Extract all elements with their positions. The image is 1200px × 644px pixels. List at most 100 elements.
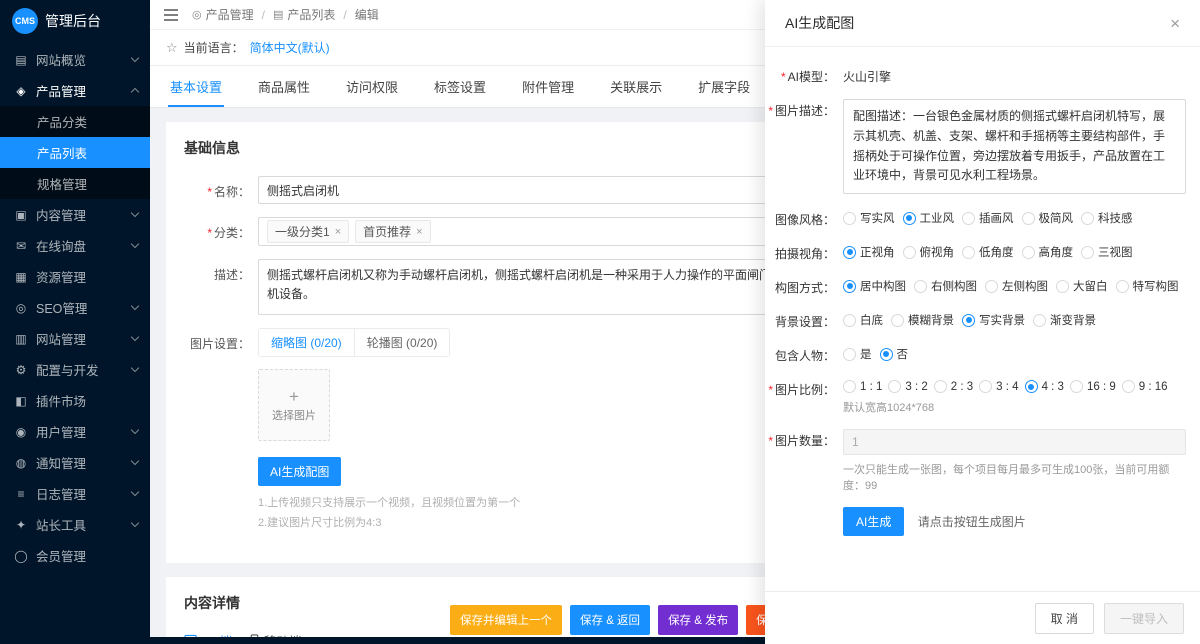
name-input[interactable] [258, 176, 804, 204]
sidebar-item-plugin-market[interactable]: ◧插件市场 [0, 385, 150, 416]
remove-tag-icon[interactable]: × [416, 226, 422, 238]
background-option-1[interactable]: 模糊背景 [891, 312, 954, 328]
sidebar-item-member-management[interactable]: ◯会员管理 [0, 540, 150, 571]
content-management-icon: ▣ [14, 208, 28, 222]
ai-model-content: 火山引擎 [843, 65, 1186, 85]
include-person-option-1[interactable]: 否 [880, 346, 909, 362]
field-image-description: *图片描述： 配图描述：一台银色金属材质的侧摇式螺杆启闭机特写，展示其机壳、机盖… [765, 99, 1186, 194]
sidebar-item-site-overview[interactable]: ▤网站概览 [0, 44, 150, 75]
image-settings-field: 缩略图 (0/20)轮播图 (0/20) + 选择图片 AI生成配图 1.上传视… [258, 328, 804, 534]
seo-management-icon: ◎ [14, 301, 28, 315]
sidebar-item-product-management[interactable]: ◈产品管理 [0, 75, 150, 106]
sidebar-item-spec-management[interactable]: 规格管理 [0, 168, 150, 199]
camera-angle-option-2[interactable]: 低角度 [962, 244, 1014, 260]
image-style-option-1[interactable]: 工业风 [903, 210, 955, 226]
tab-tag-settings[interactable]: 标签设置 [432, 66, 488, 107]
image-description-textarea[interactable]: 配图描述：一台银色金属材质的侧摇式螺杆启闭机特写，展示其机壳、机盖、支架、螺杆和… [843, 99, 1186, 194]
camera-angle-label: 拍摄视角： [765, 242, 835, 262]
image-ratio-option-1[interactable]: 3 : 2 [888, 380, 927, 393]
sidebar-item-site-management[interactable]: ▥网站管理 [0, 323, 150, 354]
breadcrumb-product-list[interactable]: ▤产品列表 [273, 6, 335, 23]
radio-label: 2 : 3 [951, 381, 973, 393]
sidebar-item-user-management[interactable]: ◉用户管理 [0, 416, 150, 447]
collapse-sidebar-icon[interactable] [164, 9, 178, 21]
composition-option-0[interactable]: 居中构图 [843, 278, 906, 294]
include-person-option-0[interactable]: 是 [843, 346, 872, 362]
tab-extended-fields[interactable]: 扩展字段 [696, 66, 752, 107]
background-option-0[interactable]: 白底 [843, 312, 883, 328]
sidebar-item-webmaster-tools[interactable]: ✦站长工具 [0, 509, 150, 540]
sidebar-item-label: 插件市场 [36, 391, 140, 410]
sidebar-item-notification-management[interactable]: ◍通知管理 [0, 447, 150, 478]
background-option-2[interactable]: 写实背景 [962, 312, 1025, 328]
remove-tag-icon[interactable]: × [335, 226, 341, 238]
tab-related-display[interactable]: 关联展示 [608, 66, 664, 107]
save-and-return-button[interactable]: 保存 & 返回 [570, 605, 650, 635]
composition-option-1[interactable]: 右侧构图 [914, 278, 977, 294]
ai-generate-image-button[interactable]: AI生成配图 [258, 457, 341, 486]
image-ratio-option-0[interactable]: 1 : 1 [843, 380, 882, 393]
image-ratio-option-6[interactable]: 9 : 16 [1122, 380, 1168, 393]
upload-image-button[interactable]: + 选择图片 [258, 369, 330, 441]
breadcrumb-product-management[interactable]: ◎产品管理 [192, 6, 254, 23]
description-textarea[interactable]: 侧摇式螺杆启闭机又称为手动螺杆启闭机，侧摇式螺杆启闭机是一种采用于人力操作的平面… [258, 259, 804, 315]
ai-generate-button[interactable]: AI生成 [843, 507, 904, 536]
image-ratio-option-3[interactable]: 3 : 4 [979, 380, 1018, 393]
radio-label: 模糊背景 [908, 312, 954, 328]
tab-access-permission[interactable]: 访问权限 [344, 66, 400, 107]
background-option-3[interactable]: 渐变背景 [1033, 312, 1096, 328]
drawer-option-groups: 图像风格：写实风工业风插画风极简风科技感拍摄视角：正视角俯视角低角度高角度三视图… [765, 208, 1186, 415]
camera-angle-option-3[interactable]: 高角度 [1022, 244, 1074, 260]
sidebar-item-resource-management[interactable]: ▦资源管理 [0, 261, 150, 292]
sidebar-item-label: SEO管理 [36, 298, 124, 317]
camera-angle-option-0[interactable]: 正视角 [843, 244, 895, 260]
radio-label: 3 : 2 [905, 381, 927, 393]
image-style-option-2[interactable]: 插画风 [962, 210, 1014, 226]
current-language-link[interactable]: 简体中文(默认) [250, 39, 330, 56]
radio-icon [903, 212, 916, 225]
save-and-publish-button[interactable]: 保存 & 发布 [658, 605, 738, 635]
image-ratio-option-4[interactable]: 4 : 3 [1025, 380, 1064, 393]
save-and-edit-previous-button[interactable]: 保存并编辑上一个 [450, 605, 562, 635]
image-count-hint: 一次只能生成一张图，每个项目每月最多可生成100张，当前可用额度：99 [843, 461, 1186, 493]
ai-model-select[interactable]: 火山引擎 [843, 65, 1186, 85]
image-style-option-0[interactable]: 写实风 [843, 210, 895, 226]
tab-product-attributes[interactable]: 商品属性 [256, 66, 312, 107]
sidebar-item-content-management[interactable]: ▣内容管理 [0, 199, 150, 230]
composition-option-2[interactable]: 左侧构图 [985, 278, 1048, 294]
close-icon[interactable]: × [1170, 15, 1180, 32]
image-ratio-option-5[interactable]: 16 : 9 [1070, 380, 1116, 393]
camera-angle-option-1[interactable]: 俯视角 [903, 244, 955, 260]
sidebar-item-label: 网站概览 [36, 50, 124, 69]
sidebar-item-config-development[interactable]: ⚙配置与开发 [0, 354, 150, 385]
background-label: 背景设置： [765, 310, 835, 330]
sidebar-item-product-category[interactable]: 产品分类 [0, 106, 150, 137]
sidebar-item-seo-management[interactable]: ◎ SEO管理 [0, 292, 150, 323]
cancel-button[interactable]: 取 消 [1035, 603, 1094, 634]
sidebar-item-online-inquiry[interactable]: ✉在线询盘 [0, 230, 150, 261]
tab-attachment-management[interactable]: 附件管理 [520, 66, 576, 107]
category-select[interactable]: 一级分类1×首页推荐× [258, 217, 804, 246]
camera-angle-option-4[interactable]: 三视图 [1081, 244, 1133, 260]
tab-basic-settings[interactable]: 基本设置 [168, 66, 224, 107]
radio-label: 科技感 [1098, 210, 1133, 226]
sidebar-item-product-list[interactable]: 产品列表 [0, 137, 150, 168]
category-tag: 一级分类1× [267, 220, 349, 243]
image-ratio-option-2[interactable]: 2 : 3 [934, 380, 973, 393]
composition-option-3[interactable]: 大留白 [1056, 278, 1108, 294]
sidebar-item-label: 在线询盘 [36, 236, 124, 255]
image-style-option-4[interactable]: 科技感 [1081, 210, 1133, 226]
image-style-option-3[interactable]: 极简风 [1022, 210, 1074, 226]
radio-label: 渐变背景 [1050, 312, 1096, 328]
carousel-tab[interactable]: 轮播图 (0/20) [354, 329, 450, 356]
composition-option-4[interactable]: 特写构图 [1116, 278, 1179, 294]
drawer-body: *AI模型： 火山引擎 *图片描述： 配图描述：一台银色金属材质的侧摇式螺杆启闭… [765, 47, 1200, 591]
radio-icon [1081, 212, 1094, 225]
camera-angle-radio-group: 正视角俯视角低角度高角度三视图 [843, 242, 1186, 260]
image-count-input[interactable] [843, 429, 1186, 455]
thumbnail-tab[interactable]: 缩略图 (0/20) [259, 329, 354, 356]
image-description-label: *图片描述： [765, 99, 835, 194]
one-click-import-button[interactable]: 一键导入 [1104, 603, 1184, 634]
radio-icon [914, 280, 927, 293]
sidebar-item-log-management[interactable]: ≡日志管理 [0, 478, 150, 509]
